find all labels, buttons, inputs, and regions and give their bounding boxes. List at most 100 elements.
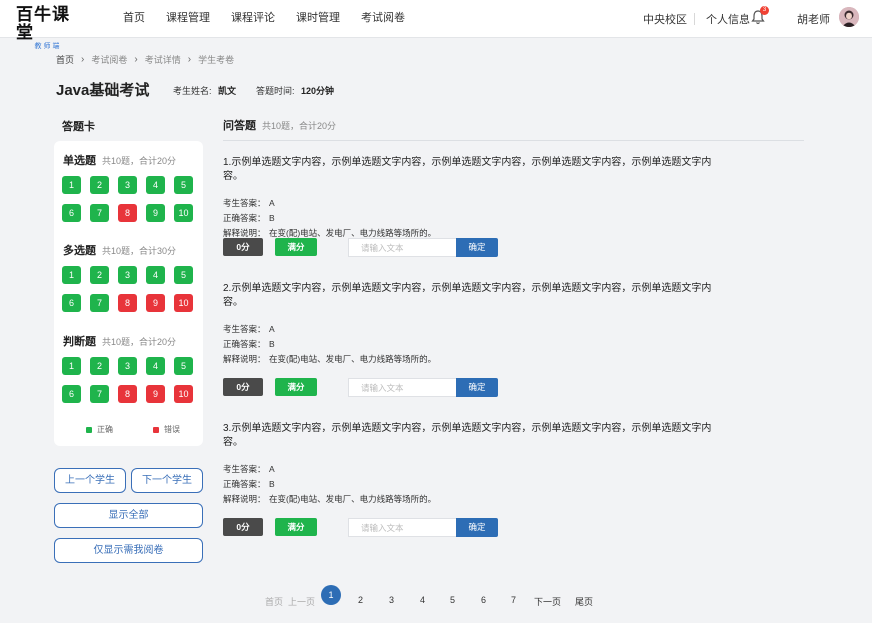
breadcrumb-exam-grading[interactable]: 考试阅卷 (91, 53, 127, 66)
essay-section-summary: 共10题，合计20分 (262, 121, 337, 131)
zero-score-button[interactable]: 0分 (223, 378, 263, 396)
pagination-page[interactable]: 2 (358, 595, 363, 605)
answer-card-item[interactable]: 1 (62, 266, 81, 284)
logo[interactable]: 百牛课堂 教师端 (16, 6, 80, 51)
full-score-button[interactable]: 满分 (275, 238, 317, 256)
multi-choice-title: 多选题 共10题，合计30分 (63, 242, 176, 258)
pagination-last[interactable]: 尾页 (575, 595, 593, 608)
legend-wrong-swatch (153, 426, 159, 433)
answer-card-item[interactable]: 8 (118, 385, 137, 403)
answer-card-item[interactable]: 6 (62, 385, 81, 403)
page-title: Java基础考试 (56, 82, 150, 99)
answer-card-item[interactable]: 10 (174, 204, 193, 222)
score-input[interactable] (348, 518, 456, 537)
nav-exam-grading[interactable]: 考试阅卷 (361, 0, 405, 38)
student-name-value: 凯文 (218, 86, 237, 96)
pagination-page[interactable]: 3 (389, 595, 394, 605)
answer-card-item[interactable]: 9 (146, 385, 165, 403)
explanation-row: 解释说明： 在变(配)电站、发电厂、电力线路等场所的。 (223, 354, 723, 365)
answer-card-item[interactable]: 4 (146, 357, 165, 375)
breadcrumb-exam-detail[interactable]: 考试详情 (145, 53, 181, 66)
answer-card-item[interactable]: 2 (90, 176, 109, 194)
student-answer-label: 考生答案： (223, 464, 266, 474)
full-score-button[interactable]: 满分 (275, 378, 317, 396)
breadcrumb-home[interactable]: 首页 (56, 53, 74, 66)
pagination-page[interactable]: 7 (511, 595, 516, 605)
student-answer-value: A (269, 324, 275, 334)
pagination-prev[interactable]: 上一页 (288, 595, 315, 608)
student-name-label: 考生姓名: (173, 86, 212, 96)
confirm-button[interactable]: 确定 (456, 378, 498, 397)
student-name-info: 考生姓名: 凯文 (173, 84, 236, 97)
answer-card: 单选题 共10题，合计20分 1 2 3 4 5 6 7 8 9 10 多选题 共10题，合计30分 … (54, 141, 203, 446)
profile-link[interactable]: 个人信息 (706, 11, 750, 27)
answer-card-item[interactable]: 2 (90, 266, 109, 284)
answer-card-item[interactable]: 9 (146, 204, 165, 222)
answer-card-item[interactable]: 7 (90, 204, 109, 222)
answer-card-item[interactable]: 4 (146, 266, 165, 284)
answer-card-item[interactable]: 4 (146, 176, 165, 194)
nav-course-comments[interactable]: 课程评论 (231, 0, 275, 38)
nav-course-management[interactable]: 课程管理 (166, 0, 210, 38)
answer-card-item[interactable]: 6 (62, 204, 81, 222)
student-answer-label: 考生答案： (223, 324, 266, 334)
zero-score-button[interactable]: 0分 (223, 238, 263, 256)
answer-card-item[interactable]: 3 (118, 266, 137, 284)
score-input[interactable] (348, 378, 456, 397)
legend: 正确 错误 (86, 424, 180, 435)
answer-card-item[interactable]: 1 (62, 357, 81, 375)
explanation-label: 解释说明： (223, 494, 266, 504)
single-choice-label: 单选题 (63, 155, 96, 167)
header-divider (694, 13, 695, 25)
answer-time-label: 答题时间: (256, 86, 295, 96)
prev-student-button[interactable]: 上一个学生 (54, 468, 126, 493)
correct-answer-value: B (269, 479, 275, 489)
pagination-page[interactable]: 4 (420, 595, 425, 605)
explanation-value: 在变(配)电站、发电厂、电力线路等场所的。 (269, 228, 437, 238)
chevron-right-icon: › (81, 54, 85, 65)
answer-card-item[interactable]: 7 (90, 385, 109, 403)
answer-card-item[interactable]: 5 (174, 266, 193, 284)
essay-section-label: 问答题 (223, 120, 256, 132)
answer-card-item[interactable]: 8 (118, 294, 137, 312)
answer-card-item[interactable]: 5 (174, 357, 193, 375)
answer-card-item[interactable]: 5 (174, 176, 193, 194)
show-all-button[interactable]: 显示全部 (54, 503, 203, 528)
confirm-button[interactable]: 确定 (456, 518, 498, 537)
full-score-button[interactable]: 满分 (275, 518, 317, 536)
true-false-grid: 1 2 3 4 5 6 7 8 9 10 (62, 357, 193, 403)
answer-card-item[interactable]: 9 (146, 294, 165, 312)
show-mine-only-button[interactable]: 仅显示需我阅卷 (54, 538, 203, 563)
campus-selector[interactable]: 中央校区 (643, 11, 687, 27)
next-student-button[interactable]: 下一个学生 (131, 468, 203, 493)
answer-card-item[interactable]: 7 (90, 294, 109, 312)
answer-card-item[interactable]: 3 (118, 357, 137, 375)
answer-card-item[interactable]: 1 (62, 176, 81, 194)
answer-card-item[interactable]: 3 (118, 176, 137, 194)
pagination-next[interactable]: 下一页 (534, 595, 561, 608)
pagination-page-current[interactable]: 1 (321, 585, 341, 605)
nav-lesson-management[interactable]: 课时管理 (296, 0, 340, 38)
answer-card-item[interactable]: 2 (90, 357, 109, 375)
notification-badge: 3 (760, 6, 769, 15)
logo-subtitle: 教师端 (34, 43, 62, 50)
confirm-button[interactable]: 确定 (456, 238, 498, 257)
answer-card-item[interactable]: 6 (62, 294, 81, 312)
true-false-summary: 共10题，合计20分 (102, 337, 177, 347)
answer-card-item[interactable]: 8 (118, 204, 137, 222)
multi-choice-label: 多选题 (63, 245, 96, 257)
pagination-page[interactable]: 6 (481, 595, 486, 605)
correct-answer-label: 正确答案： (223, 213, 266, 223)
nav-home[interactable]: 首页 (123, 0, 145, 38)
answer-time-value: 120分钟 (301, 86, 335, 96)
answer-card-item[interactable]: 10 (174, 294, 193, 312)
pagination-page[interactable]: 5 (450, 595, 455, 605)
explanation-value: 在变(配)电站、发电厂、电力线路等场所的。 (269, 494, 437, 504)
pagination-first[interactable]: 首页 (265, 595, 283, 608)
answer-card-item[interactable]: 10 (174, 385, 193, 403)
logo-title: 百牛课堂 (16, 5, 70, 42)
avatar[interactable] (839, 7, 859, 27)
zero-score-button[interactable]: 0分 (223, 518, 263, 536)
score-input[interactable] (348, 238, 456, 257)
teacher-name[interactable]: 胡老师 (797, 11, 830, 27)
